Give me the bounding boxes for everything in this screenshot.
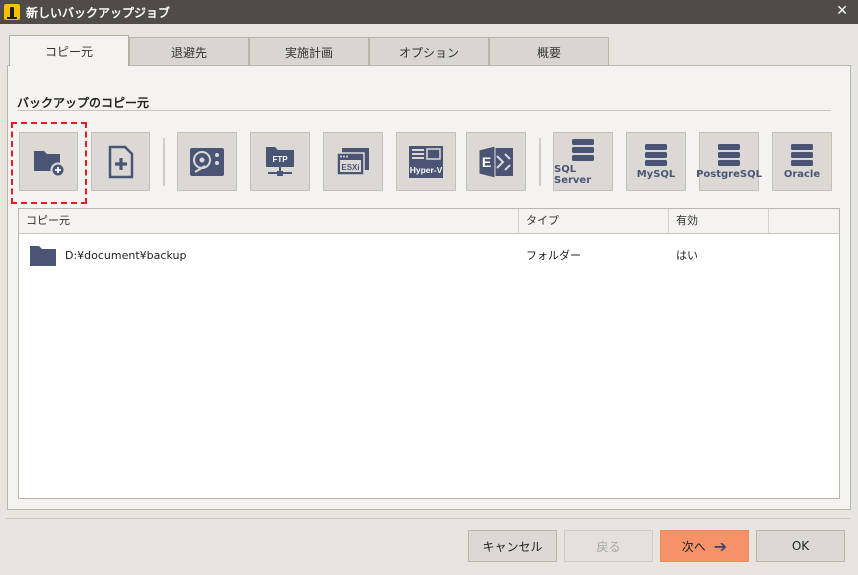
database-icon (718, 144, 740, 166)
database-icon (791, 144, 813, 166)
file-add-icon (108, 145, 133, 178)
next-label: 次へ (681, 539, 706, 554)
section-divider (17, 110, 831, 111)
tab-summary[interactable]: 概要 (489, 37, 609, 66)
source-cell: D:¥document¥backup (19, 243, 519, 267)
window-title: 新しいバックアップジョブ (26, 5, 171, 20)
postgresql-label: PostgreSQL (696, 169, 762, 180)
folder-add-icon (33, 150, 65, 177)
oracle-button[interactable]: Oracle (772, 132, 832, 191)
hyperv-button[interactable]: Hyper-V (396, 132, 456, 191)
arrow-right-icon: ➔ (713, 536, 728, 556)
tab-options[interactable]: オプション (369, 37, 489, 66)
ftp-button[interactable]: FTP (250, 132, 310, 191)
mysql-button[interactable]: MySQL (626, 132, 686, 191)
tab-destination[interactable]: 退避先 (129, 37, 249, 66)
section-title: バックアップのコピー元 (17, 96, 150, 110)
tab-bar: コピー元 退避先 実施計画 オプション 概要 (9, 35, 609, 66)
column-header-type[interactable]: タイプ (519, 209, 669, 234)
source-table: コピー元 タイプ 有効 D:¥document¥backup フォルダー はい (18, 208, 840, 499)
enabled-cell: はい (676, 249, 698, 262)
table-header: コピー元 タイプ 有効 (19, 209, 839, 234)
database-icon (572, 138, 594, 161)
tab-source[interactable]: コピー元 (9, 35, 129, 66)
tab-schedule[interactable]: 実施計画 (249, 37, 369, 66)
source-panel: バックアップのコピー元 FTP ESXi Hyper-V E SQL Serve… (7, 65, 851, 510)
hyperv-label: Hyper-V (410, 165, 443, 175)
toolbar-separator (539, 138, 541, 186)
close-icon[interactable]: ✕ (836, 3, 848, 19)
database-icon (645, 144, 667, 166)
app-logo-icon (4, 4, 20, 20)
disk-icon (190, 147, 224, 176)
table-row[interactable]: D:¥document¥backup フォルダー はい (19, 234, 839, 276)
exchange-label: E (482, 154, 491, 170)
column-header-enabled[interactable]: 有効 (669, 209, 769, 234)
add-folder-button[interactable] (19, 132, 78, 191)
next-button[interactable]: 次へ ➔ (660, 530, 749, 562)
ok-button[interactable]: OK (756, 530, 845, 562)
exchange-icon: E (478, 144, 513, 179)
toolbar-separator (163, 138, 165, 186)
esxi-label: ESXi (341, 163, 359, 172)
postgresql-button[interactable]: PostgreSQL (696, 132, 762, 191)
title-bar: 新しいバックアップジョブ ✕ (0, 0, 858, 24)
back-button[interactable]: 戻る (564, 530, 653, 562)
disk-button[interactable] (177, 132, 237, 191)
sql-server-label: SQL Server (554, 163, 592, 186)
source-path: D:¥document¥backup (65, 248, 187, 262)
oracle-label: Oracle (783, 169, 821, 180)
esxi-button[interactable]: ESXi (323, 132, 383, 191)
exchange-button[interactable]: E (466, 132, 526, 191)
column-header-source[interactable]: コピー元 (19, 209, 519, 234)
footer-divider (6, 518, 850, 519)
esxi-icon: ESXi (336, 147, 369, 176)
hyperv-icon: Hyper-V (409, 145, 443, 178)
folder-icon (30, 246, 56, 266)
type-cell: フォルダー (526, 249, 581, 262)
mysql-label: MySQL (636, 169, 676, 180)
ftp-icon: FTP (266, 146, 294, 176)
ftp-label: FTP (272, 155, 288, 164)
sql-server-button[interactable]: SQL Server (553, 132, 613, 191)
add-file-button[interactable] (91, 132, 150, 191)
cancel-button[interactable]: キャンセル (468, 530, 557, 562)
